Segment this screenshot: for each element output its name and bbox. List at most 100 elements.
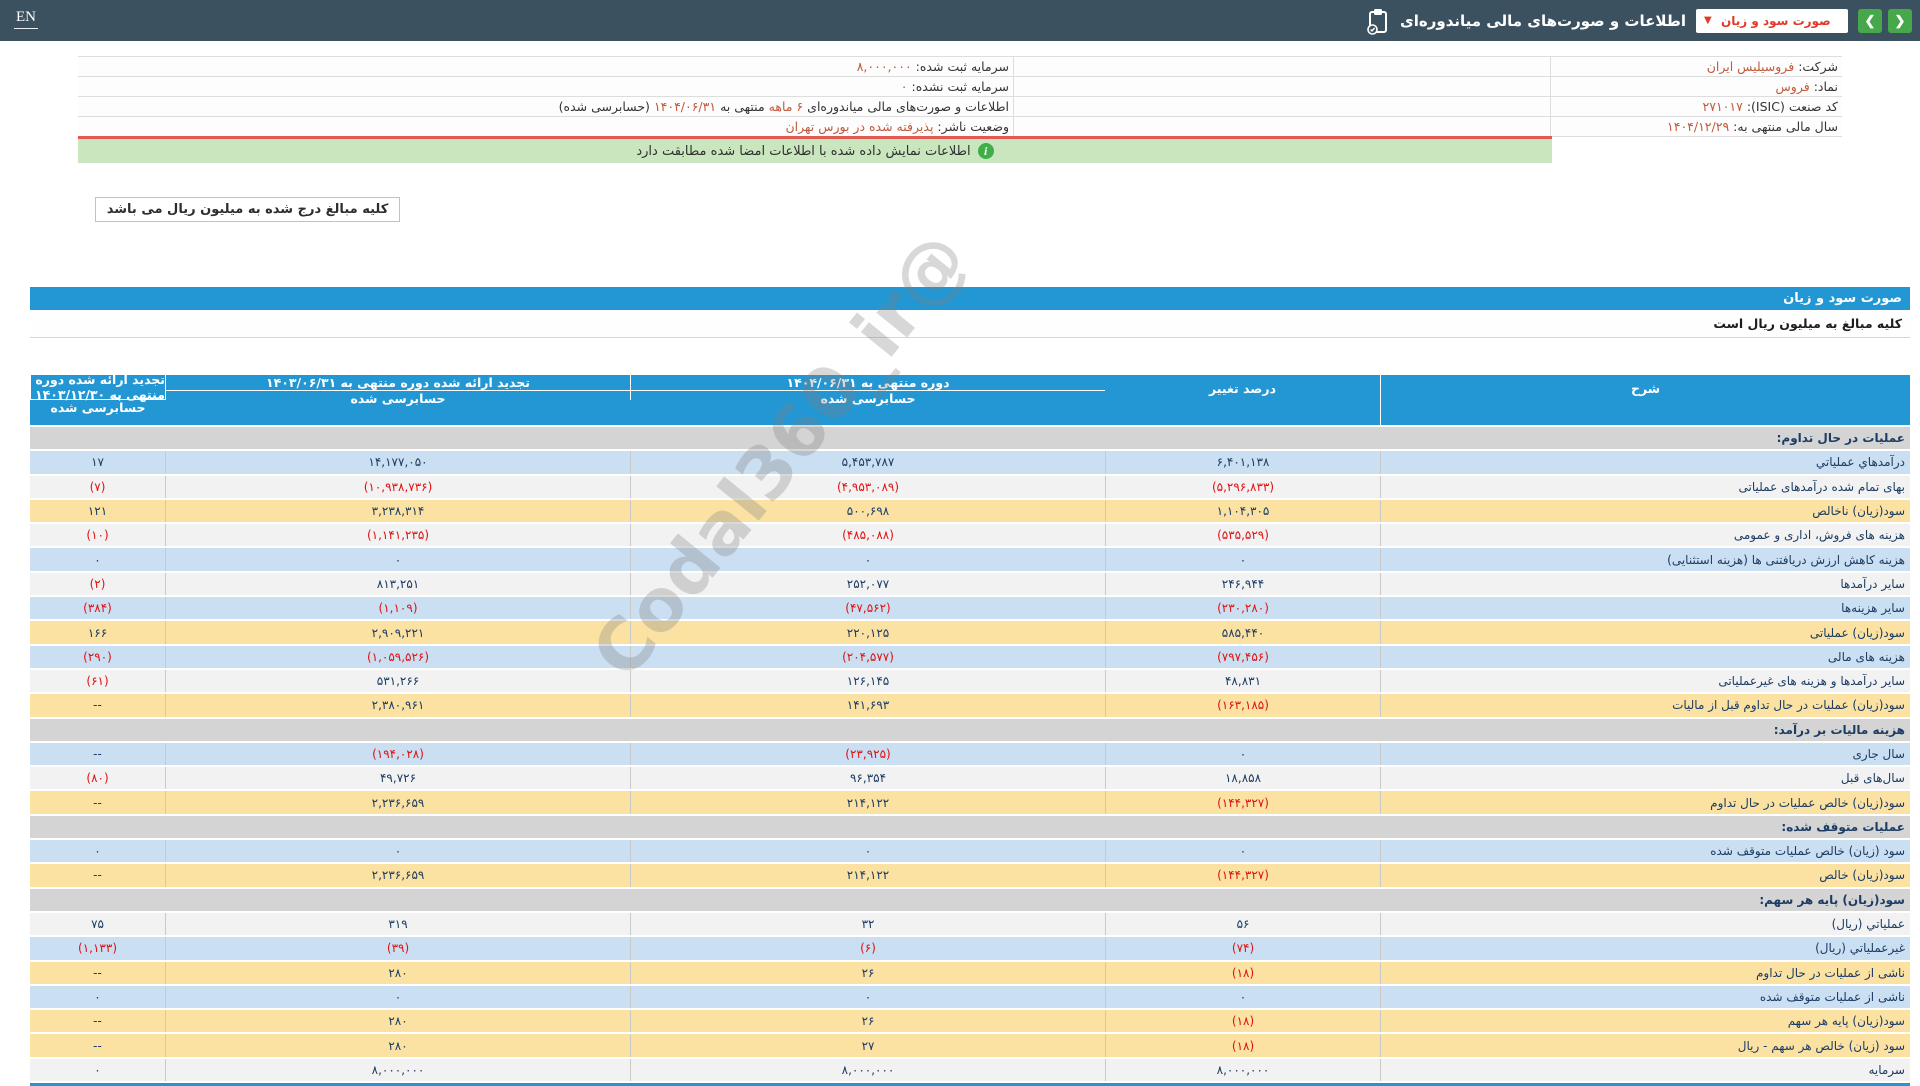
cell-value: (۷۹۷,۴۵۶) xyxy=(1105,646,1380,668)
section-label: عملیات در حال تداوم: xyxy=(30,427,1910,449)
cell-value: ۴۹,۷۲۶ xyxy=(165,767,630,789)
row-label: سود(زیان) خالص عملیات در حال تداوم xyxy=(1380,791,1910,813)
table-row: سایر درآمدها۲۴۶,۹۴۴۲۵۲,۰۷۷۸۱۳,۲۵۱(۲) xyxy=(30,573,1910,595)
cell-value: -- xyxy=(30,962,165,984)
cell-value: ۶,۴۰۱,۱۳۸ xyxy=(1105,451,1380,473)
cell-value: ۱۲۱ xyxy=(30,500,165,522)
period-col-header-restated-mid: تجدید ارائه شده دوره منتهی به ۱۴۰۳/۰۶/۳۱… xyxy=(165,375,630,400)
row-label: سود (زیان) خالص عملیات متوقف شده xyxy=(1380,840,1910,862)
cell-value: (۷) xyxy=(30,476,165,498)
info-cell-left: وضعیت ناشر:پذیرفته شده در بورس تهران xyxy=(78,117,1013,136)
cell-value: ۰ xyxy=(30,840,165,862)
table-row: سود (زیان) خالص عملیات متوقف شده۰۰۰۰ xyxy=(30,840,1910,862)
section-row: عملیات متوقف شده: xyxy=(30,816,1910,838)
topbar: EN ❮ ❯ صورت سود و زیان ▼ اطلاعات و صورت‌… xyxy=(0,0,1920,41)
cell-value: ۷۵ xyxy=(30,913,165,935)
cell-value: ۸,۰۰۰,۰۰۰ xyxy=(165,1059,630,1081)
row-label: سود(زیان) خالص xyxy=(1380,864,1910,886)
row-label: سایر درآمدها و هزینه های غیرعملیاتی xyxy=(1380,670,1910,692)
cell-value: ۱۸,۸۵۸ xyxy=(1105,767,1380,789)
row-label: عملیاتي (ریال) xyxy=(1380,913,1910,935)
cell-value: (۱۹۴,۰۲۸) xyxy=(165,743,630,765)
language-link[interactable]: EN xyxy=(14,9,38,29)
table-row: سرمایه۸,۰۰۰,۰۰۰۸,۰۰۰,۰۰۰۸,۰۰۰,۰۰۰۰ xyxy=(30,1059,1910,1081)
chevron-down-icon: ▼ xyxy=(1704,15,1712,26)
cell-value: (۱۸) xyxy=(1105,962,1380,984)
info-label: اطلاعات و صورت‌های مالی میاندوره‌ای xyxy=(807,99,1009,114)
cell-value: ۲۲۰,۱۲۵ xyxy=(630,621,1105,643)
cell-value: (۸۰) xyxy=(30,767,165,789)
table-row: سود(زیان) خالص(۱۴۴,۳۲۷)۲۱۴,۱۲۲۲,۲۳۶,۶۵۹-… xyxy=(30,864,1910,886)
info-value: فروسیلیس ایران xyxy=(1707,59,1794,74)
cell-value: ۲۷ xyxy=(630,1034,1105,1056)
info-value: فروس xyxy=(1776,79,1810,94)
info-cell-spacer xyxy=(1013,117,1550,136)
cell-value: (۳۸۴) xyxy=(30,597,165,619)
statement-select[interactable]: صورت سود و زیان ▼ xyxy=(1696,9,1848,33)
cell-value: ۲۱۴,۱۲۲ xyxy=(630,791,1105,813)
cell-value: (۴۸۵,۰۸۸) xyxy=(630,524,1105,546)
cell-value: (۲۹۰) xyxy=(30,646,165,668)
cell-value: (۱,۰۵۹,۵۲۶) xyxy=(165,646,630,668)
prev-button[interactable]: ❮ xyxy=(1888,9,1912,33)
cell-value: ۴۸,۸۳۱ xyxy=(1105,670,1380,692)
table-row: سود (زیان) خالص هر سهم - ریال(۱۸)۲۷۲۸۰-- xyxy=(30,1034,1910,1056)
cell-value: ۱۷ xyxy=(30,451,165,473)
cell-value: ۸,۰۰۰,۰۰۰ xyxy=(1105,1059,1380,1081)
row-label: سود(زیان) عملیات در حال تداوم قبل از مال… xyxy=(1380,694,1910,716)
info-cell-right: نماد:فروس xyxy=(1550,77,1842,96)
section-row: هزینه مالیات بر درآمد: xyxy=(30,719,1910,741)
cell-value: ۰ xyxy=(30,986,165,1008)
row-label: غیرعملیاتي (ریال) xyxy=(1380,937,1910,959)
cell-value: ۲۸۰ xyxy=(165,1034,630,1056)
financial-table: شرح دوره منتهی به ۱۴۰۴/۰۶/۳۱ حسابرسی شده… xyxy=(30,375,1910,1086)
row-label: سود (زیان) خالص هر سهم - ریال xyxy=(1380,1034,1910,1056)
audited-subheader: حسابرسی شده xyxy=(31,400,165,415)
cell-value: (۲۰۴,۵۷۷) xyxy=(630,646,1105,668)
cell-value: ۰ xyxy=(30,1059,165,1081)
cell-value: (۱۰) xyxy=(30,524,165,546)
table-row: هزینه کاهش ارزش دریافتنی ها (هزینه استثن… xyxy=(30,548,1910,570)
info-cell-right: کد صنعت (ISIC):۲۷۱۰۱۷ xyxy=(1550,97,1842,116)
info-value: ۱۴۰۴/۱۲/۲۹ xyxy=(1667,119,1729,134)
row-label: سود(زیان) پایه هر سهم xyxy=(1380,1010,1910,1032)
change-col-header: درصد تغییر xyxy=(1105,375,1380,425)
period-col-header-restated-annual: تجدید ارائه شده دوره منتهی به ۱۴۰۳/۱۲/۳۰… xyxy=(30,375,165,400)
cell-value: (۱۴۴,۳۲۷) xyxy=(1105,864,1380,886)
info-value: ۰ xyxy=(901,79,908,94)
company-info-table: شرکت:فروسیلیس ایرانسرمایه ثبت شده:۸,۰۰۰,… xyxy=(78,56,1842,137)
cell-value: ۲,۲۳۶,۶۵۹ xyxy=(165,791,630,813)
period-title: تجدید ارائه شده دوره منتهی به ۱۴۰۳/۰۶/۳۱ xyxy=(166,375,630,391)
cell-value: (۴۷,۵۶۲) xyxy=(630,597,1105,619)
cell-value: ۰ xyxy=(1105,986,1380,1008)
amounts-note-row: کلیه مبالغ به میلیون ریال است xyxy=(30,310,1910,338)
info-label: منتهی به xyxy=(720,99,765,114)
info-icon: i xyxy=(978,143,994,159)
cell-value: (۱,۱۴۱,۲۳۵) xyxy=(165,524,630,546)
row-label: سود(زیان) عملیاتی xyxy=(1380,621,1910,643)
table-row: هزینه های مالی(۷۹۷,۴۵۶)(۲۰۴,۵۷۷)(۱,۰۵۹,۵… xyxy=(30,646,1910,668)
cell-value: -- xyxy=(30,864,165,886)
cell-value: (۵۳۵,۵۲۹) xyxy=(1105,524,1380,546)
period-title: تجدید ارائه شده دوره منتهی به ۱۴۰۳/۱۲/۳۰ xyxy=(31,375,165,400)
info-row: سال مالی منتهی به:۱۴۰۴/۱۲/۲۹وضعیت ناشر:پ… xyxy=(78,117,1842,137)
cell-value: (۱۶۳,۱۸۵) xyxy=(1105,694,1380,716)
section-row: سود(زیان) پایه هر سهم: xyxy=(30,889,1910,911)
cell-value: ۰ xyxy=(630,548,1105,570)
cell-value: ۲,۲۳۶,۶۵۹ xyxy=(165,864,630,886)
row-label: هزینه های فروش، اداری و عمومی xyxy=(1380,524,1910,546)
table-row: ناشی از عملیات متوقف شده۰۰۰۰ xyxy=(30,986,1910,1008)
row-label: سال جاری xyxy=(1380,743,1910,765)
cell-value: (۶۱) xyxy=(30,670,165,692)
cell-value: ۱۲۶,۱۴۵ xyxy=(630,670,1105,692)
info-cell-left: سرمایه ثبت نشده:۰ xyxy=(78,77,1013,96)
cell-value: ۸۱۳,۲۵۱ xyxy=(165,573,630,595)
cell-value: (۵,۲۹۶,۸۳۳) xyxy=(1105,476,1380,498)
row-label: ناشی از عملیات متوقف شده xyxy=(1380,986,1910,1008)
cell-value: ۹۶,۳۵۴ xyxy=(630,767,1105,789)
info-cell-spacer xyxy=(1013,77,1550,96)
cell-value: ۰ xyxy=(1105,548,1380,570)
cell-value: ۲,۳۸۰,۹۶۱ xyxy=(165,694,630,716)
next-button[interactable]: ❯ xyxy=(1858,9,1882,33)
cell-value: (۷۴) xyxy=(1105,937,1380,959)
